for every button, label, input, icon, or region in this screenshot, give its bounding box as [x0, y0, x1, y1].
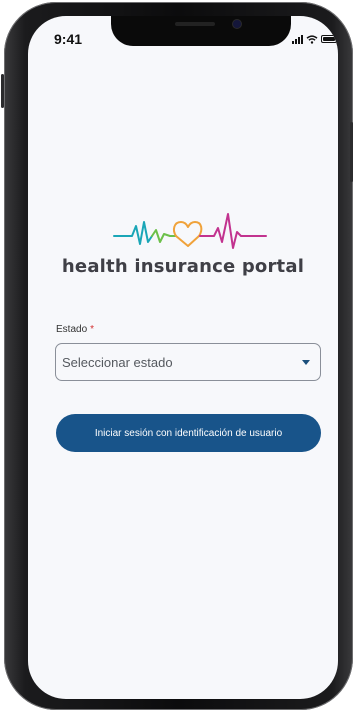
phone-frame: 9:41 health insurance portal Estado * Se…: [1, 2, 353, 710]
camera: [233, 20, 241, 28]
state-field-label: Estado *: [56, 324, 94, 335]
heartbeat-logo-icon: [113, 213, 267, 249]
app-screen: 9:41 health insurance portal Estado * Se…: [28, 16, 338, 699]
phone-side-button: [1, 74, 4, 108]
status-time: 9:41: [54, 31, 83, 47]
signal-icon: [292, 34, 303, 44]
notch: [111, 16, 291, 46]
phone-power-button: [350, 122, 353, 182]
status-icons: [292, 34, 337, 44]
wifi-icon: [306, 34, 318, 44]
speaker: [175, 22, 215, 26]
brand-name: health insurance portal: [61, 256, 305, 277]
login-with-user-id-button[interactable]: Iniciar sesión con identificación de usu…: [56, 414, 321, 452]
state-select-placeholder: Seleccionar estado: [62, 354, 173, 370]
state-label-text: Estado: [56, 324, 88, 335]
battery-icon: [321, 35, 337, 43]
state-select[interactable]: Seleccionar estado: [55, 343, 321, 381]
chevron-down-icon[interactable]: [302, 359, 310, 365]
required-mark: *: [90, 324, 95, 335]
